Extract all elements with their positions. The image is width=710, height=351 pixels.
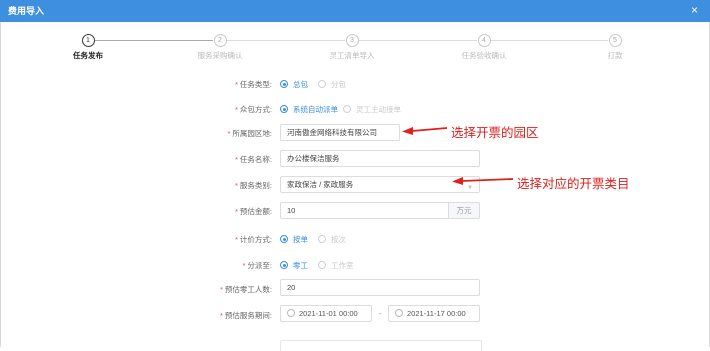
annotation-category-note: 选择对应的开票类目: [517, 177, 630, 191]
annotation-park-note: 选择开票的园区: [451, 126, 539, 140]
arrow-to-category-icon: [452, 177, 514, 185]
arrow-to-park-icon: [402, 127, 448, 135]
